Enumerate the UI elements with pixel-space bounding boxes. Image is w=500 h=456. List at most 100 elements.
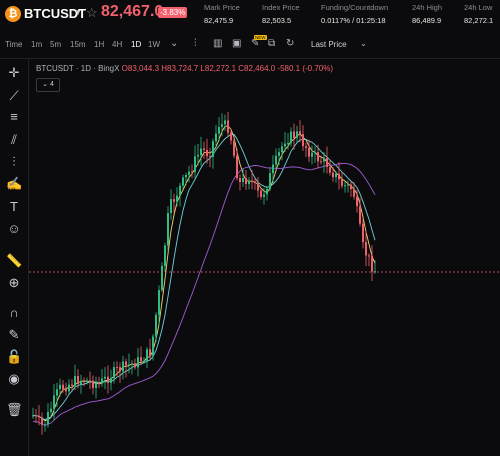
- horizontal-lines-icon[interactable]: ≡: [6, 109, 22, 125]
- candle-body: [347, 184, 349, 186]
- candle-body: [140, 357, 142, 362]
- lock-drawing-icon[interactable]: ✎: [6, 327, 22, 343]
- candle-body: [41, 417, 43, 425]
- candle-body: [71, 384, 73, 386]
- candle-body: [203, 148, 205, 150]
- zoom-in-icon[interactable]: ⊕: [6, 275, 22, 291]
- brush-icon[interactable]: ✍: [6, 176, 22, 192]
- stat-label: 24h High: [412, 3, 443, 12]
- candle-body: [152, 336, 154, 356]
- interval-1d[interactable]: 1D: [131, 40, 141, 49]
- candle-body: [350, 184, 352, 189]
- candle-body: [299, 131, 301, 135]
- trend-line-icon[interactable]: ⟋: [6, 88, 22, 104]
- candle-body: [98, 383, 100, 385]
- candle-body: [287, 143, 289, 145]
- candle-body: [359, 206, 361, 224]
- candle-body: [260, 190, 262, 197]
- candle-body: [224, 120, 226, 125]
- candle-body: [368, 255, 370, 257]
- header-bar: ₿ BTCUSDT ▼ ☆ 82,467.0 -3.83% Mark Price…: [0, 0, 500, 32]
- lock-icon[interactable]: 🔓: [6, 349, 22, 365]
- price-type-select[interactable]: Last Price: [311, 40, 347, 49]
- chevron-down-icon[interactable]: ▼: [74, 8, 82, 17]
- candle-body: [128, 364, 130, 366]
- candle-body: [158, 290, 160, 315]
- interval-1h[interactable]: 1H: [94, 40, 104, 49]
- candle-body: [65, 389, 67, 392]
- candle-body: [230, 132, 232, 141]
- candle-body: [50, 408, 52, 412]
- candle-body: [320, 161, 322, 163]
- candle-body: [35, 415, 37, 417]
- candle-body: [104, 376, 106, 379]
- refresh-icon[interactable]: ↻: [286, 38, 294, 49]
- candle-body: [101, 378, 103, 384]
- stat-label: 24h Low: [464, 3, 493, 12]
- layout-icon[interactable]: ▣: [232, 38, 241, 49]
- candle-body: [293, 131, 295, 138]
- chevron-down-icon[interactable]: ⌄: [170, 38, 178, 49]
- candle-type-icon[interactable]: ▥: [213, 38, 222, 49]
- stat-value: 86,489.9: [412, 16, 442, 25]
- stat-label: Index Price: [262, 3, 300, 12]
- eye-icon[interactable]: ◉: [6, 371, 22, 387]
- candle-body: [233, 140, 235, 156]
- candle-body: [86, 380, 88, 383]
- interval-5m[interactable]: 5m: [50, 40, 61, 49]
- candle-body: [227, 120, 229, 133]
- crosshair-icon[interactable]: ✛: [6, 65, 22, 81]
- candle-body: [167, 213, 169, 246]
- candle-body: [80, 380, 82, 385]
- stat-value: 82,272.1: [464, 16, 494, 25]
- chart-toolbar: Time 1m 5m 15m 1H 4H 1D 1W ⌄ ⫶ ▥ ▣ ✎ NEW…: [0, 35, 500, 56]
- candle-body: [188, 171, 190, 175]
- candle-body: [239, 178, 241, 182]
- candle-body: [308, 147, 310, 157]
- candlestick-chart[interactable]: [29, 59, 500, 456]
- candle-body: [56, 389, 58, 396]
- candle-body: [119, 367, 121, 372]
- candle-body: [200, 148, 202, 155]
- candle-body: [302, 134, 304, 147]
- candle-body: [194, 156, 196, 172]
- candle-body: [164, 245, 166, 266]
- stat-label: Funding/Countdown: [321, 3, 389, 12]
- trash-icon[interactable]: 🗑: [6, 402, 23, 418]
- candle-body: [179, 185, 181, 196]
- candle-body: [83, 380, 85, 383]
- interval-4h[interactable]: 4H: [112, 40, 122, 49]
- candle-body: [95, 383, 97, 388]
- candle-body: [275, 155, 277, 165]
- parallel-channel-icon[interactable]: ⫽: [6, 132, 22, 148]
- stat-value: 82,475.9: [204, 16, 234, 25]
- emoji-icon[interactable]: ☺: [6, 221, 22, 237]
- interval-15m[interactable]: 15m: [70, 40, 86, 49]
- candle-body: [155, 314, 157, 337]
- screenshot-icon[interactable]: ⧉: [268, 38, 275, 49]
- text-icon[interactable]: T: [6, 199, 22, 215]
- candle-body: [191, 171, 193, 173]
- stat-value: 82,503.5: [262, 16, 292, 25]
- favorite-star-icon[interactable]: ☆: [86, 5, 98, 21]
- chevron-down-icon[interactable]: ⌄: [360, 39, 367, 48]
- interval-1m[interactable]: 1m: [31, 40, 42, 49]
- time-label[interactable]: Time: [5, 40, 22, 49]
- funding-stat: Funding/Countdown 0.0117% / 01:25:18: [321, 3, 388, 25]
- candle-body: [74, 375, 76, 386]
- interval-1w[interactable]: 1W: [148, 40, 160, 49]
- ruler-icon[interactable]: 📏: [6, 253, 22, 269]
- indicators-icon[interactable]: ⫶: [194, 38, 197, 49]
- candle-body: [110, 377, 112, 383]
- candle-body: [32, 415, 34, 417]
- candle-body: [251, 180, 253, 182]
- candle-body: [314, 151, 316, 153]
- candle-body: [68, 384, 70, 392]
- candle-body: [134, 363, 136, 368]
- fibonacci-icon[interactable]: ⫶: [6, 154, 22, 170]
- candle-body: [242, 177, 244, 182]
- candle-body: [206, 149, 208, 157]
- magnet-icon[interactable]: ∩: [6, 305, 22, 321]
- mark-price-stat: Mark Price 82,475.9: [204, 3, 240, 25]
- candle-body: [89, 380, 91, 382]
